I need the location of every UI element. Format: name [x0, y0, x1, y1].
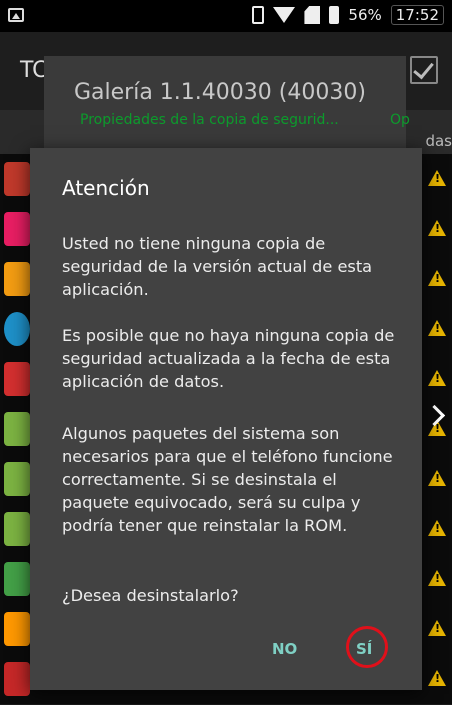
- no-button[interactable]: NO: [272, 640, 297, 658]
- gamepad-icon: [4, 562, 30, 596]
- image-icon: [8, 8, 24, 22]
- dialog-title: Atención: [62, 176, 150, 200]
- android-icon: [4, 412, 30, 446]
- wifi-icon: [273, 7, 296, 23]
- android-icon: [4, 512, 30, 546]
- battery-icon: [329, 6, 340, 24]
- dialog-paragraph: Es posible que no haya ninguna copia de …: [62, 326, 395, 391]
- warning-icon: [428, 520, 446, 536]
- dialog-paragraph: Algunos paquetes del sistema son necesar…: [62, 424, 393, 535]
- video-icon: [4, 662, 30, 696]
- dialog-paragraph: Usted no tiene ninguna copia de segurida…: [62, 234, 373, 299]
- warning-icon: [428, 270, 446, 286]
- warning-icon: [428, 620, 446, 636]
- highlight-circle: [346, 626, 388, 668]
- warning-icon: [428, 470, 446, 486]
- battery-percent: 56%: [348, 6, 382, 24]
- warning-icon: [428, 670, 446, 686]
- app-icon: [4, 162, 30, 196]
- warning-icon: [428, 370, 446, 386]
- app-icon: [4, 212, 30, 246]
- app-icon: [4, 312, 30, 346]
- properties-subtitle-2[interactable]: Op: [390, 112, 410, 128]
- app-icon: [4, 362, 30, 396]
- android-icon: [4, 462, 30, 496]
- status-bar: 56% 17:52: [0, 0, 452, 32]
- tab-label[interactable]: das: [425, 132, 452, 150]
- no-sim-icon: [304, 6, 321, 24]
- select-all-checkbox[interactable]: [410, 56, 438, 84]
- properties-subtitle[interactable]: Propiedades de la copia de segurid...: [80, 112, 339, 128]
- properties-panel: Galería 1.1.40030 (40030) Propiedades de…: [44, 56, 410, 162]
- dialog-question: ¿Desea desinstalarlo?: [62, 586, 239, 605]
- properties-title: Galería 1.1.40030 (40030): [74, 80, 366, 105]
- warning-icon: [428, 220, 446, 236]
- headphones-icon: [4, 612, 30, 646]
- app-icon: [4, 262, 30, 296]
- warning-icon: [428, 170, 446, 186]
- confirm-dialog: Atención Usted no tiene ninguna copia de…: [30, 148, 422, 690]
- vibrate-icon: [252, 6, 265, 24]
- clock: 17:52: [390, 5, 444, 25]
- warning-icon: [428, 320, 446, 336]
- warning-icon: [428, 570, 446, 586]
